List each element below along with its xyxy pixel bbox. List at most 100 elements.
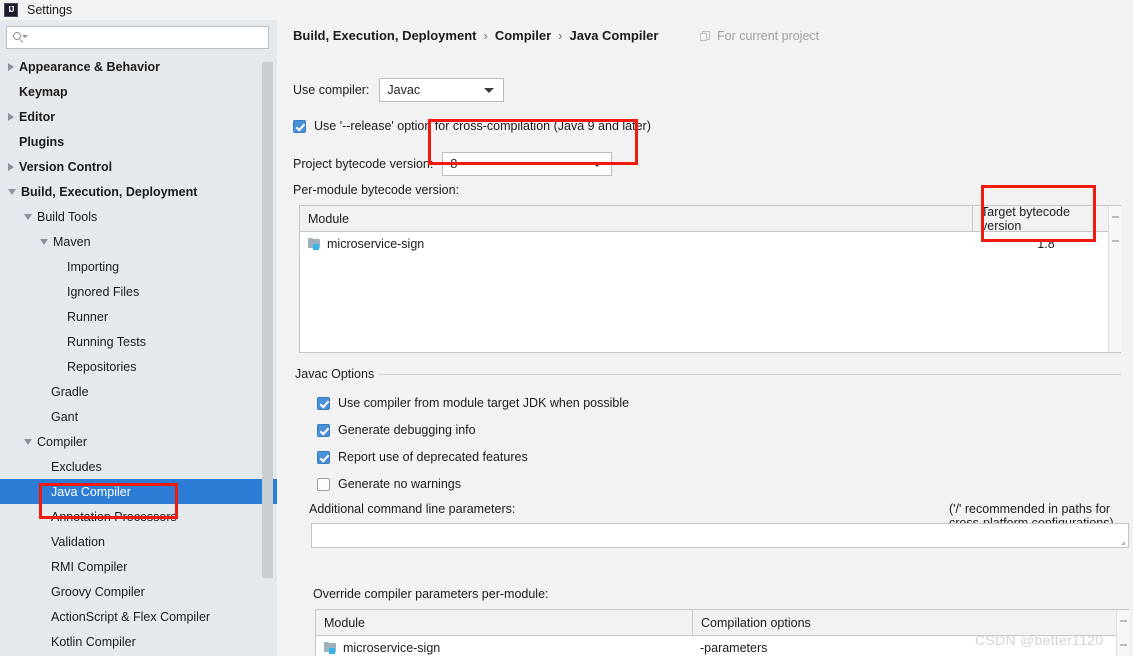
cell-target-bytecode[interactable]: 1.8	[972, 232, 1120, 256]
sidebar-item-plugins[interactable]: Plugins	[0, 129, 277, 154]
sidebar-item-gant[interactable]: Gant	[0, 404, 277, 429]
sidebar-item-groovy-compiler[interactable]: Groovy Compiler	[0, 579, 277, 604]
chevron-right-icon[interactable]	[8, 112, 14, 121]
copy-icon	[700, 30, 711, 42]
breadcrumb-item-java-compiler[interactable]: Java Compiler	[570, 28, 659, 43]
sidebar-item-label: RMI Compiler	[51, 559, 128, 574]
chevron-right-icon[interactable]	[8, 162, 14, 171]
use-module-target-jdk-label: Use compiler from module target JDK when…	[338, 396, 630, 410]
project-bytecode-dropdown[interactable]: 8	[442, 152, 613, 176]
sidebar-scrollbar-thumb[interactable]	[262, 62, 273, 578]
module-icon	[308, 238, 321, 250]
sidebar-item-maven[interactable]: Maven	[0, 229, 277, 254]
javac-options-title: Javac Options	[295, 367, 381, 381]
bytecode-table-header: Module Target bytecode version	[300, 205, 1120, 233]
sidebar-item-build-execution-deployment[interactable]: Build, Execution, Deployment	[0, 179, 277, 204]
override-column-header-module[interactable]: Module	[316, 610, 692, 635]
table-row[interactable]: microservice-sign 1.8	[300, 232, 1120, 256]
sidebar-item-label: Groovy Compiler	[51, 584, 145, 599]
override-table-scrollbar[interactable]	[1116, 610, 1129, 656]
chevron-down-icon[interactable]	[24, 438, 32, 445]
search-box[interactable]	[6, 26, 269, 49]
release-option-checkbox[interactable]	[293, 119, 306, 133]
chevron-down-icon[interactable]	[40, 238, 48, 245]
cell-module-text: microservice-sign	[327, 237, 425, 251]
sidebar-item-rmi-compiler[interactable]: RMI Compiler	[0, 554, 277, 579]
use-module-target-jdk-checkbox[interactable]	[317, 396, 330, 410]
override-params-label: Override compiler parameters per-module:	[313, 587, 549, 601]
sidebar-item-kotlin-compiler[interactable]: Kotlin Compiler	[0, 629, 277, 654]
chevron-right-icon[interactable]	[8, 62, 14, 71]
sidebar-item-annotation-processors[interactable]: Annotation Processors	[0, 504, 277, 529]
sidebar-item-label: Version Control	[19, 159, 113, 174]
sidebar-item-gradle[interactable]: Gradle	[0, 379, 277, 404]
javac-option-row-0[interactable]: Use compiler from module target JDK when…	[317, 396, 629, 410]
release-option-label: Use '--release' option for cross-compila…	[314, 119, 651, 133]
sidebar-item-label: Ignored Files	[67, 284, 140, 299]
column-header-module[interactable]: Module	[300, 206, 972, 231]
bytecode-table: Module Target bytecode version microserv…	[299, 205, 1121, 353]
use-compiler-label: Use compiler:	[293, 83, 370, 97]
sidebar-item-importing[interactable]: Importing	[0, 254, 277, 279]
watermark: CSDN @better1120	[975, 632, 1104, 648]
sidebar-item-repositories[interactable]: Repositories	[0, 354, 277, 379]
sidebar-item-runner[interactable]: Runner	[0, 304, 277, 329]
sidebar-item-java-compiler[interactable]: Java Compiler	[0, 479, 277, 504]
javac-option-row-1[interactable]: Generate debugging info	[317, 423, 476, 437]
sidebar-item-running-tests[interactable]: Running Tests	[0, 329, 277, 354]
use-compiler-dropdown[interactable]: Javac	[379, 78, 505, 102]
sidebar-item-compiler[interactable]: Compiler	[0, 429, 277, 454]
report-deprecated-label: Report use of deprecated features	[338, 450, 528, 464]
chevron-down-icon[interactable]	[8, 188, 16, 195]
sidebar-item-label: Plugins	[19, 134, 65, 149]
sidebar-item-label: Java Compiler	[51, 484, 131, 499]
settings-tree: Appearance & Behavior Keymap Editor Plugins…	[0, 54, 277, 656]
bytecode-table-scrollbar[interactable]	[1108, 206, 1121, 352]
javac-option-row-2[interactable]: Report use of deprecated features	[317, 450, 528, 464]
main-panel: Build, Execution, Deployment › Compiler …	[277, 20, 1133, 656]
sidebar-item-label: Maven	[53, 234, 91, 249]
sidebar-item-actionscript-flex-compiler[interactable]: ActionScript & Flex Compiler	[0, 604, 277, 629]
sidebar-item-label: Running Tests	[67, 334, 146, 349]
sidebar-item-keymap[interactable]: Keymap	[0, 79, 277, 104]
sidebar-item-label: Excludes	[51, 459, 102, 474]
report-deprecated-checkbox[interactable]	[317, 450, 330, 464]
generate-no-warnings-checkbox[interactable]	[317, 477, 330, 491]
sidebar-item-label: Importing	[67, 259, 120, 274]
sidebar-item-ignored-files[interactable]: Ignored Files	[0, 279, 277, 304]
sidebar-item-excludes[interactable]: Excludes	[0, 454, 277, 479]
generate-debugging-info-checkbox[interactable]	[317, 423, 330, 437]
breadcrumb-item-compiler[interactable]: Compiler	[495, 28, 551, 43]
sidebar-item-version-control[interactable]: Version Control	[0, 154, 277, 179]
sidebar-item-label: Kotlin Compiler	[51, 634, 136, 649]
breadcrumb-item-build[interactable]: Build, Execution, Deployment	[293, 28, 476, 43]
chevron-right-icon-2: ›	[558, 28, 563, 43]
generate-no-warnings-label: Generate no warnings	[338, 477, 461, 491]
release-option-row[interactable]: Use '--release' option for cross-compila…	[293, 119, 651, 133]
sidebar-item-appearance-behavior[interactable]: Appearance & Behavior	[0, 54, 277, 79]
chevron-down-icon[interactable]	[24, 213, 32, 220]
javac-option-row-3[interactable]: Generate no warnings	[317, 477, 461, 491]
additional-params-input[interactable]	[311, 523, 1129, 548]
chevron-down-icon	[484, 88, 495, 93]
sidebar-item-label: Editor	[19, 109, 56, 124]
per-module-bytecode-label: Per-module bytecode version:	[293, 183, 460, 197]
override-cell-module: microservice-sign	[316, 636, 692, 656]
column-header-target-bytecode[interactable]: Target bytecode version	[972, 205, 1120, 233]
sidebar-item-build-tools[interactable]: Build Tools	[0, 204, 277, 229]
search-input[interactable]	[26, 28, 268, 47]
resize-handle-icon[interactable]	[1121, 541, 1125, 545]
chevron-right-icon: ›	[483, 28, 488, 43]
sidebar-item-validation[interactable]: Validation	[0, 529, 277, 554]
intellij-idea-icon: IJ	[4, 3, 18, 17]
sidebar-item-editor[interactable]: Editor	[0, 104, 277, 129]
